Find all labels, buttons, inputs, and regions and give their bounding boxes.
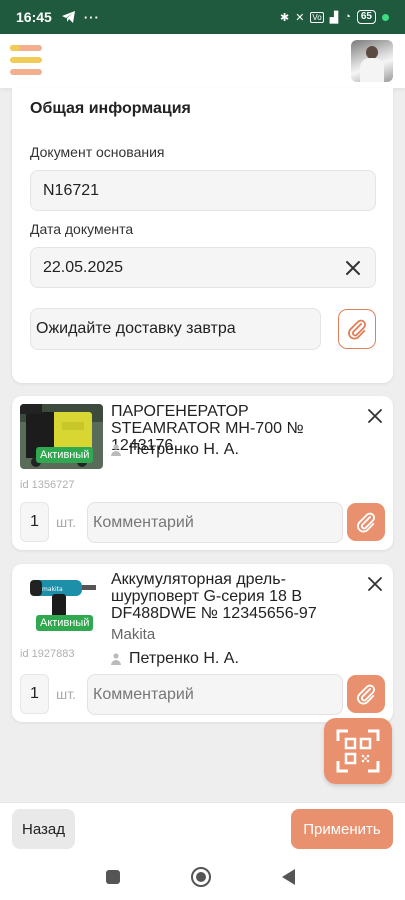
svg-text:makita: makita [42, 586, 63, 593]
paperclip-icon [357, 684, 375, 705]
vowifi-icon: Vo [310, 11, 324, 23]
note-value: Ожидайте доставку завтра [36, 320, 236, 337]
battery-icon: 65 [356, 10, 376, 24]
responsible-person: Петренко Н. А. [111, 441, 239, 459]
status-time: 16:45 [16, 9, 52, 25]
home-icon[interactable] [191, 867, 211, 887]
comment-input[interactable]: Комментарий [87, 502, 343, 543]
doc-date-field[interactable]: 22.05.2025 [30, 247, 376, 288]
general-info-card: Общая информация Документ основания N167… [12, 88, 393, 383]
close-icon[interactable] [367, 576, 383, 592]
doc-basis-value: N16721 [43, 181, 100, 199]
bluetooth-icon: ✱ [279, 11, 290, 24]
comment-placeholder: Комментарий [93, 513, 194, 531]
item-id: id 1927883 [20, 648, 75, 660]
note-field[interactable]: Ожидайте доставку завтра [30, 308, 321, 350]
person-icon [111, 444, 121, 456]
more-icon: ··· [83, 9, 100, 25]
hamburger-icon[interactable] [10, 44, 44, 76]
scan-button[interactable] [324, 718, 392, 784]
paperclip-icon [348, 319, 366, 340]
avatar[interactable] [351, 40, 393, 82]
doc-date-value: 22.05.2025 [43, 258, 124, 276]
quantity-value: 1 [30, 513, 39, 530]
status-bar: 16:45 ··· ✱ ✕ Vo ▟ ◔ 65 [0, 0, 405, 34]
item-card: Активный ПАРОГЕНЕРАТОР STEAMRATOR МН-700… [12, 396, 393, 550]
unit-label: шт. [56, 686, 76, 702]
section-title: Общая информация [30, 100, 191, 117]
attach-button[interactable] [347, 675, 385, 713]
back-nav-icon[interactable] [282, 869, 295, 885]
back-button[interactable]: Назад [12, 809, 75, 849]
comment-placeholder: Комментарий [93, 685, 194, 703]
system-nav-bar [0, 854, 405, 900]
quantity-field[interactable]: 1 [20, 502, 49, 542]
status-badge: Активный [36, 447, 94, 463]
attach-button[interactable] [347, 503, 385, 541]
item-id: id 1356727 [20, 479, 75, 491]
quantity-value: 1 [30, 685, 39, 702]
doc-date-label: Дата документа [30, 221, 134, 237]
telegram-icon [61, 11, 75, 23]
doc-basis-field[interactable]: N16721 [30, 170, 376, 211]
person-name: Петренко Н. А. [129, 650, 239, 667]
item-brand: Makita [111, 626, 156, 643]
responsible-person: Петренко Н. А. [111, 650, 239, 668]
recents-icon[interactable] [106, 870, 120, 884]
quantity-field[interactable]: 1 [20, 674, 49, 714]
app-bar [0, 34, 405, 88]
item-title: Аккумуляторная дрель-шуруповерт G-серия … [111, 571, 317, 622]
person-icon [111, 653, 121, 665]
close-icon[interactable] [367, 408, 383, 424]
unit-label: шт. [56, 514, 76, 530]
item-card: makita Активный Аккумуляторная дрель-шур… [12, 564, 393, 722]
person-name: Петренко Н. А. [129, 441, 239, 458]
status-dot-icon [382, 13, 389, 21]
paperclip-icon [357, 512, 375, 533]
attach-button[interactable] [338, 309, 376, 349]
status-badge: Активный [36, 615, 94, 631]
clear-date-icon[interactable] [343, 258, 363, 278]
mute-icon: ✕ [295, 11, 305, 24]
bottom-action-bar: Назад Применить [0, 802, 405, 854]
comment-input[interactable]: Комментарий [87, 674, 343, 715]
qr-scan-icon [336, 729, 380, 773]
wifi-icon: ◔ [344, 11, 351, 23]
signal-icon: ▟ [329, 11, 339, 24]
apply-button[interactable]: Применить [291, 809, 393, 849]
doc-basis-label: Документ основания [30, 144, 165, 160]
